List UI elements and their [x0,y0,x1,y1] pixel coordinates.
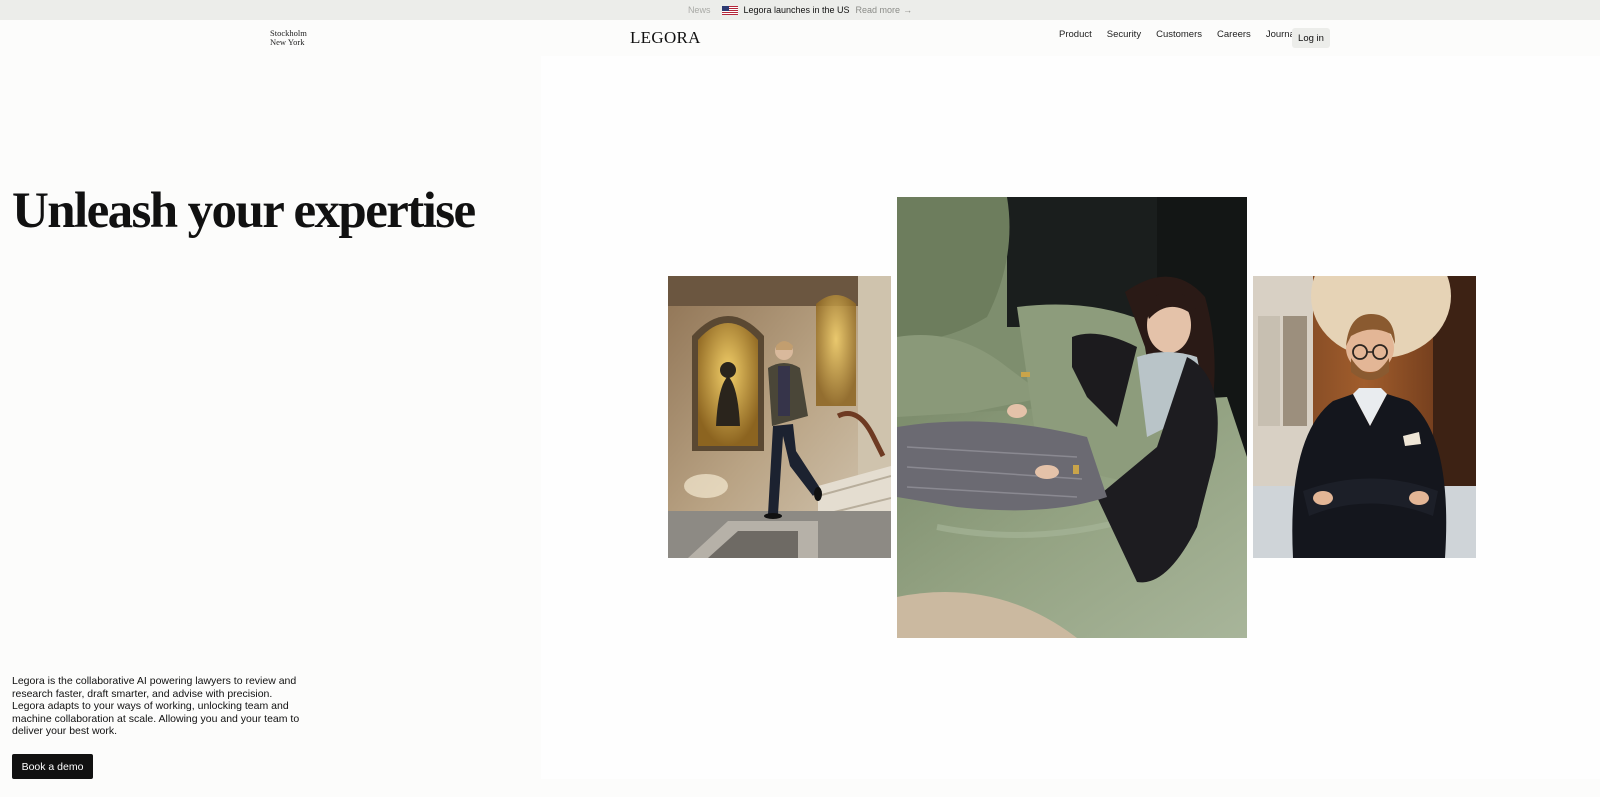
main-nav: Product Security Customers Careers Journ… [1059,29,1312,40]
announcement-headline[interactable]: Legora launches in the US [743,5,849,15]
us-flag-icon [722,5,739,15]
photo-woman-on-sofa [897,197,1247,638]
nav-item-product[interactable]: Product [1059,29,1092,40]
site-header: Stockholm New York LEGORA Product Securi… [0,20,1600,56]
book-demo-button[interactable]: Book a demo [12,754,93,779]
read-more-link[interactable]: Read more [856,5,901,15]
login-button[interactable]: Log in [1292,28,1330,48]
city-new-york: New York [270,37,305,47]
arrow-right-icon: → [903,5,913,15]
announcement-bar[interactable]: News Legora launches in the US Read more… [0,0,1600,20]
nav-item-customers[interactable]: Customers [1156,29,1202,40]
hero-title: Unleash your expertise [12,183,476,239]
nav-item-careers[interactable]: Careers [1217,29,1251,40]
legora-logo[interactable]: LEGORA [630,28,701,48]
office-locations: Stockholm New York [270,29,307,47]
photo-man-with-glasses [1253,276,1476,558]
nav-item-security[interactable]: Security [1107,29,1141,40]
photo-man-on-staircase [668,276,891,558]
hero-description: Legora is the collaborative AI powering … [12,675,300,738]
news-label: News [687,5,711,15]
